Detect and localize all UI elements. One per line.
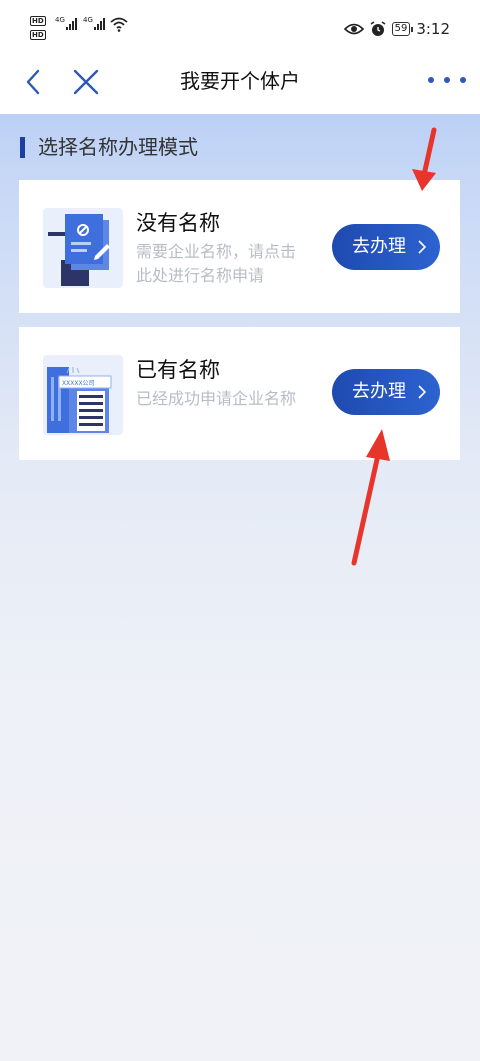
icon-company-label: XXXXX公司: [62, 380, 95, 387]
company-building-icon: XXXXX公司: [43, 355, 123, 435]
chevron-right-icon: [418, 240, 427, 254]
battery-icon: 59: [391, 22, 414, 36]
signal-icon: [94, 18, 105, 30]
more-menu-button[interactable]: [428, 68, 466, 92]
hd-icon: HD: [30, 30, 46, 40]
card-description: 需要企业名称，请点击此处进行名称申请: [136, 242, 297, 285]
hd-icon: HD: [30, 16, 46, 26]
document-edit-icon: [43, 208, 123, 288]
go-process-button[interactable]: 去办理: [332, 369, 440, 415]
network-type-label: 4G: [55, 16, 65, 24]
dot-icon: [444, 77, 450, 83]
dot-icon: [428, 77, 434, 83]
card-title: 已有名称: [136, 358, 220, 382]
wifi-icon: [110, 17, 128, 32]
network-indicators: HD HD 4G 4G: [30, 16, 130, 44]
status-time: 3:12: [416, 20, 450, 38]
alarm-icon: [370, 21, 386, 36]
annotation-arrow-icon: [351, 429, 390, 566]
section-title: 选择名称办理模式: [38, 135, 198, 159]
signal-icon: [66, 18, 77, 30]
option-card-no-name[interactable]: 没有名称 需要企业名称，请点击此处进行名称申请 去办理: [19, 180, 460, 313]
chevron-right-icon: [418, 385, 427, 399]
status-right: 59 3:12: [343, 18, 450, 40]
eye-icon: [343, 23, 364, 35]
section-accent-bar: [20, 137, 25, 158]
page-title: 我要开个体户: [180, 69, 300, 93]
network-type-label: 4G: [83, 16, 93, 24]
button-label: 去办理: [352, 236, 406, 257]
button-label: 去办理: [352, 381, 406, 402]
card-description: 已经成功申请企业名称: [136, 389, 297, 408]
card-title: 没有名称: [136, 211, 220, 235]
annotation-arrow-icon: [412, 127, 437, 191]
status-bar: HD HD 4G 4G 59 3:12: [0, 0, 480, 56]
dot-icon: [460, 77, 466, 83]
go-process-button[interactable]: 去办理: [332, 224, 440, 270]
